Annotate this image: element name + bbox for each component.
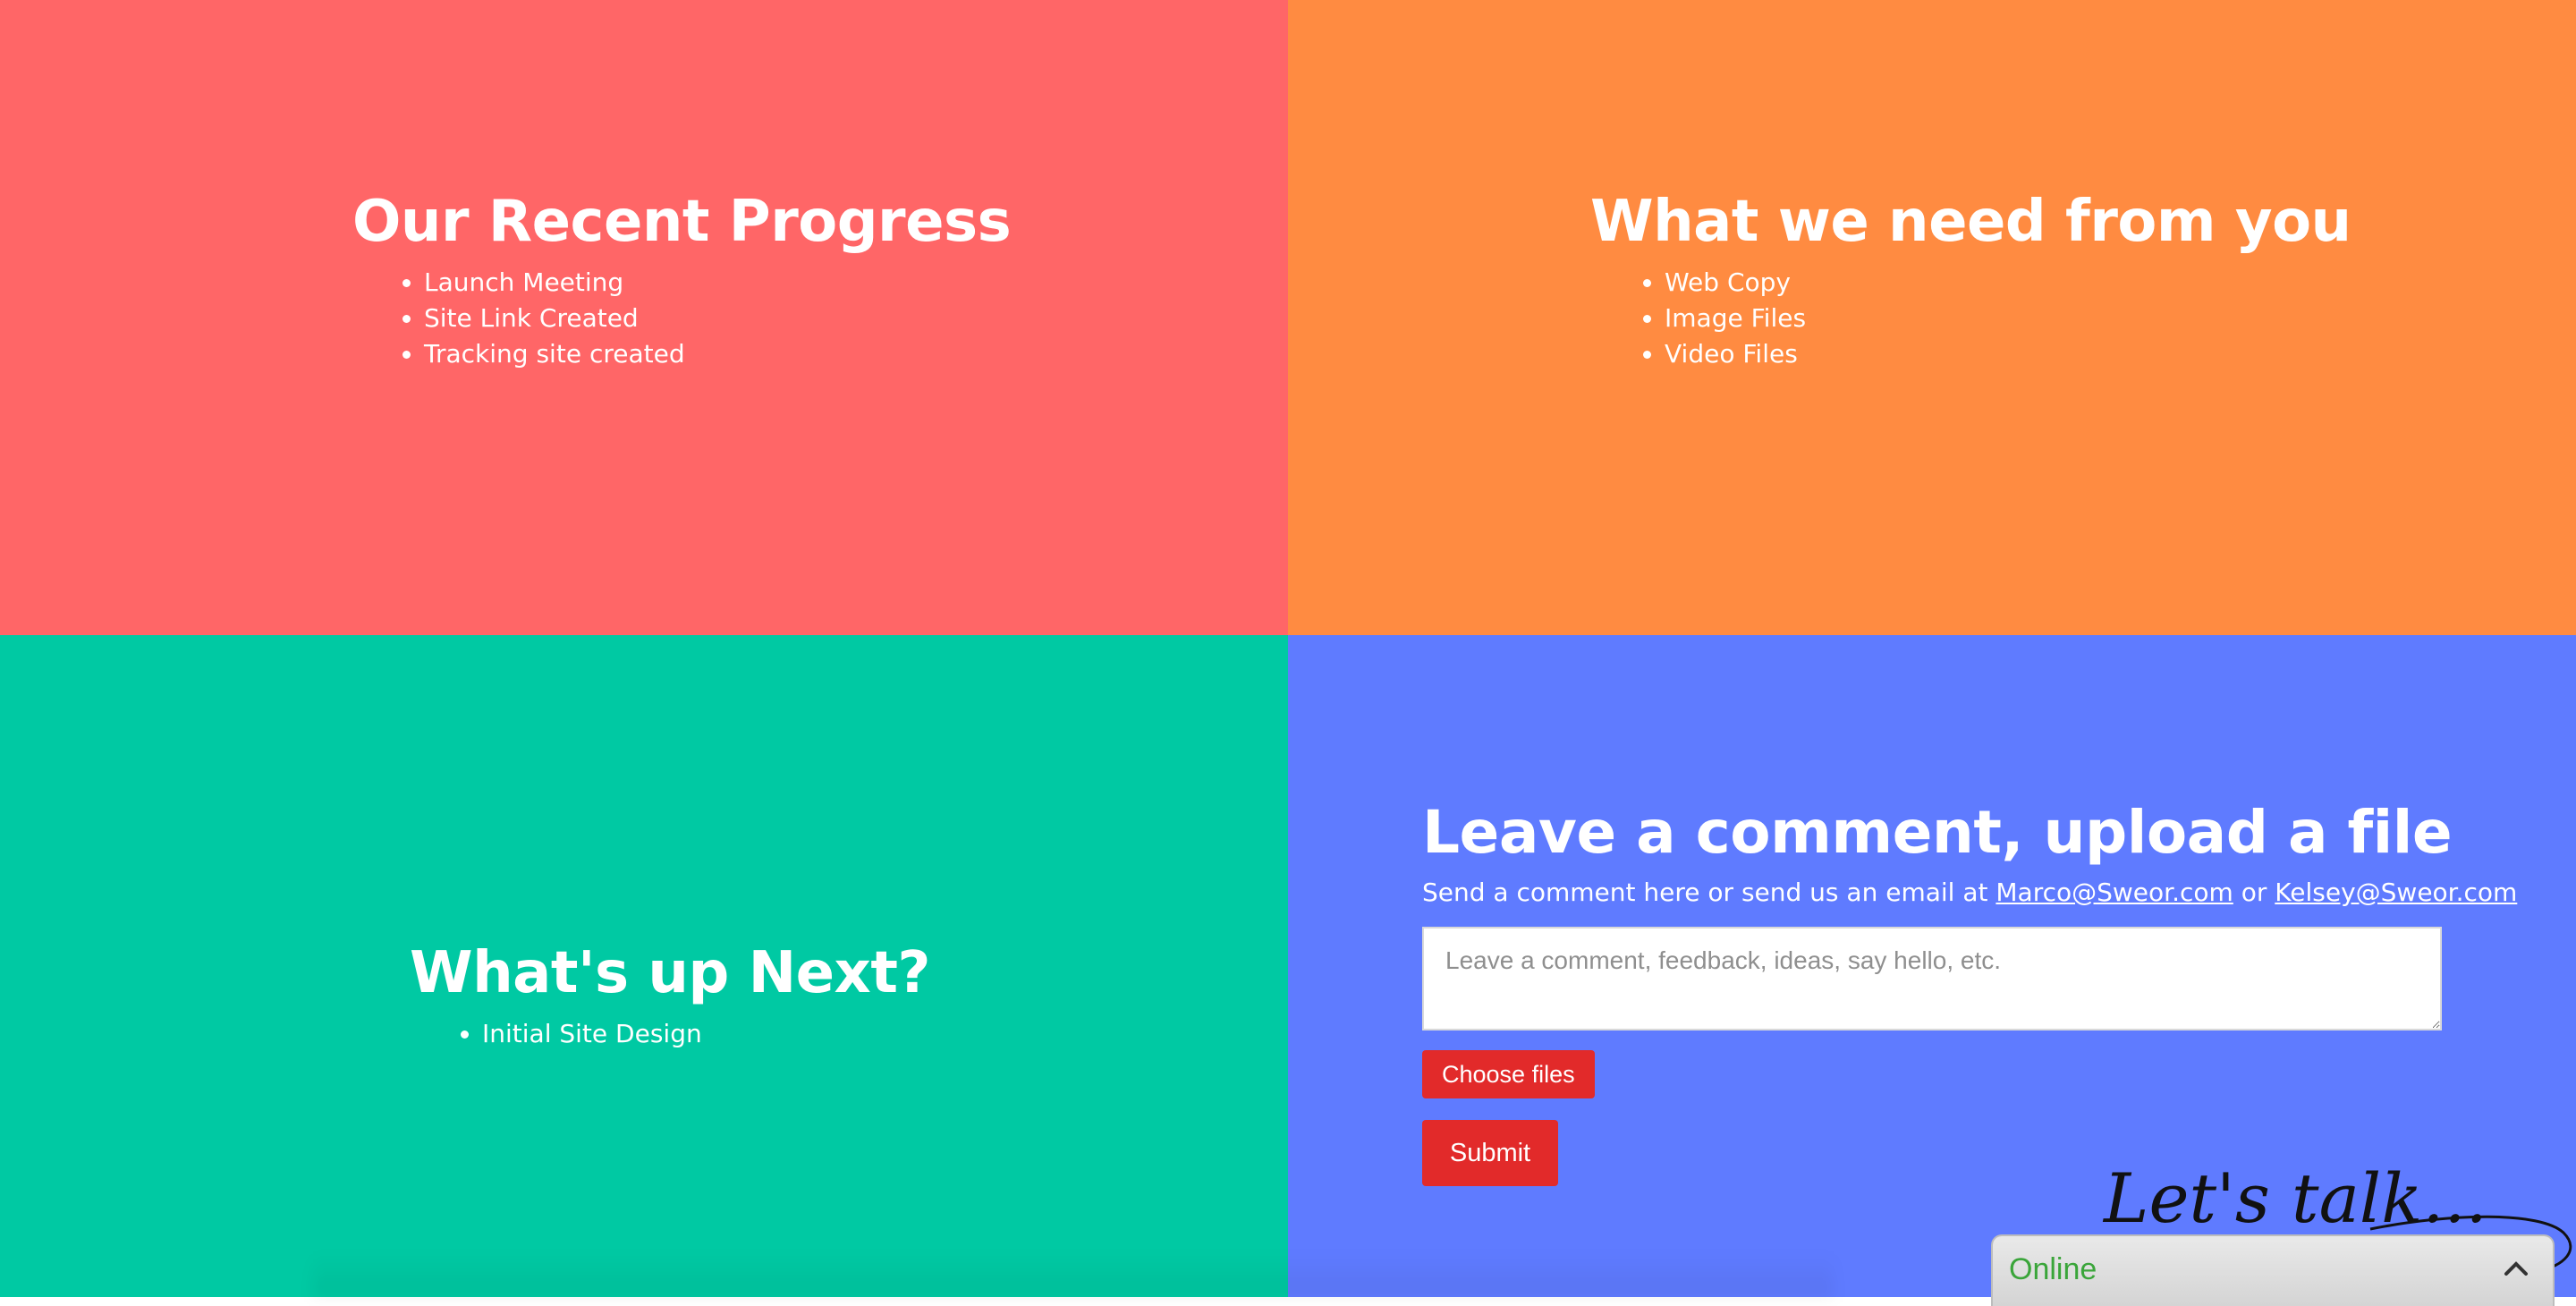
next-list: Initial Site Design	[410, 1016, 930, 1052]
comment-form: Leave a comment, upload a file Send a co…	[1422, 793, 2517, 1186]
progress-title: Our Recent Progress	[352, 189, 1012, 255]
progress-content: Our Recent Progress Launch Meeting Site …	[352, 184, 1012, 372]
email-link-marco[interactable]: Marco@Sweor.com	[1996, 878, 2233, 907]
chat-status: Online	[2009, 1252, 2097, 1286]
contact-text: Send a comment here or send us an email …	[1422, 875, 2517, 911]
email-link-kelsey[interactable]: Kelsey@Sweor.com	[2275, 878, 2517, 907]
bottom-shadow	[313, 1252, 1834, 1297]
next-content: What's up Next? Initial Site Design	[410, 936, 931, 1052]
list-item: Tracking site created	[424, 336, 1011, 372]
contact-prefix: Send a comment here or send us an email …	[1422, 878, 1988, 907]
comment-textarea[interactable]	[1422, 927, 2442, 1030]
list-item: Site Link Created	[424, 301, 1011, 336]
chat-widget[interactable]: Online	[1991, 1234, 2555, 1306]
progress-list: Launch Meeting Site Link Created Trackin…	[352, 265, 1011, 372]
comment-title: Leave a comment, upload a file	[1422, 798, 2453, 867]
submit-button[interactable]: Submit	[1422, 1120, 1558, 1186]
list-item: Web Copy	[1665, 265, 2351, 301]
list-item: Video Files	[1665, 336, 2351, 372]
or-text: or	[2241, 878, 2267, 907]
list-item: Initial Site Design	[482, 1016, 930, 1052]
chevron-up-icon[interactable]	[2503, 1258, 2529, 1279]
needs-content: What we need from you Web Copy Image Fil…	[1590, 184, 2351, 372]
choose-files-button[interactable]: Choose files	[1422, 1050, 1595, 1098]
needs-list: Web Copy Image Files Video Files	[1590, 265, 2351, 372]
needs-title: What we need from you	[1590, 189, 2351, 255]
next-title: What's up Next?	[410, 940, 931, 1006]
list-item: Image Files	[1665, 301, 2351, 336]
list-item: Launch Meeting	[424, 265, 1011, 301]
lets-talk-text: Let's talk...	[2102, 1158, 2487, 1238]
